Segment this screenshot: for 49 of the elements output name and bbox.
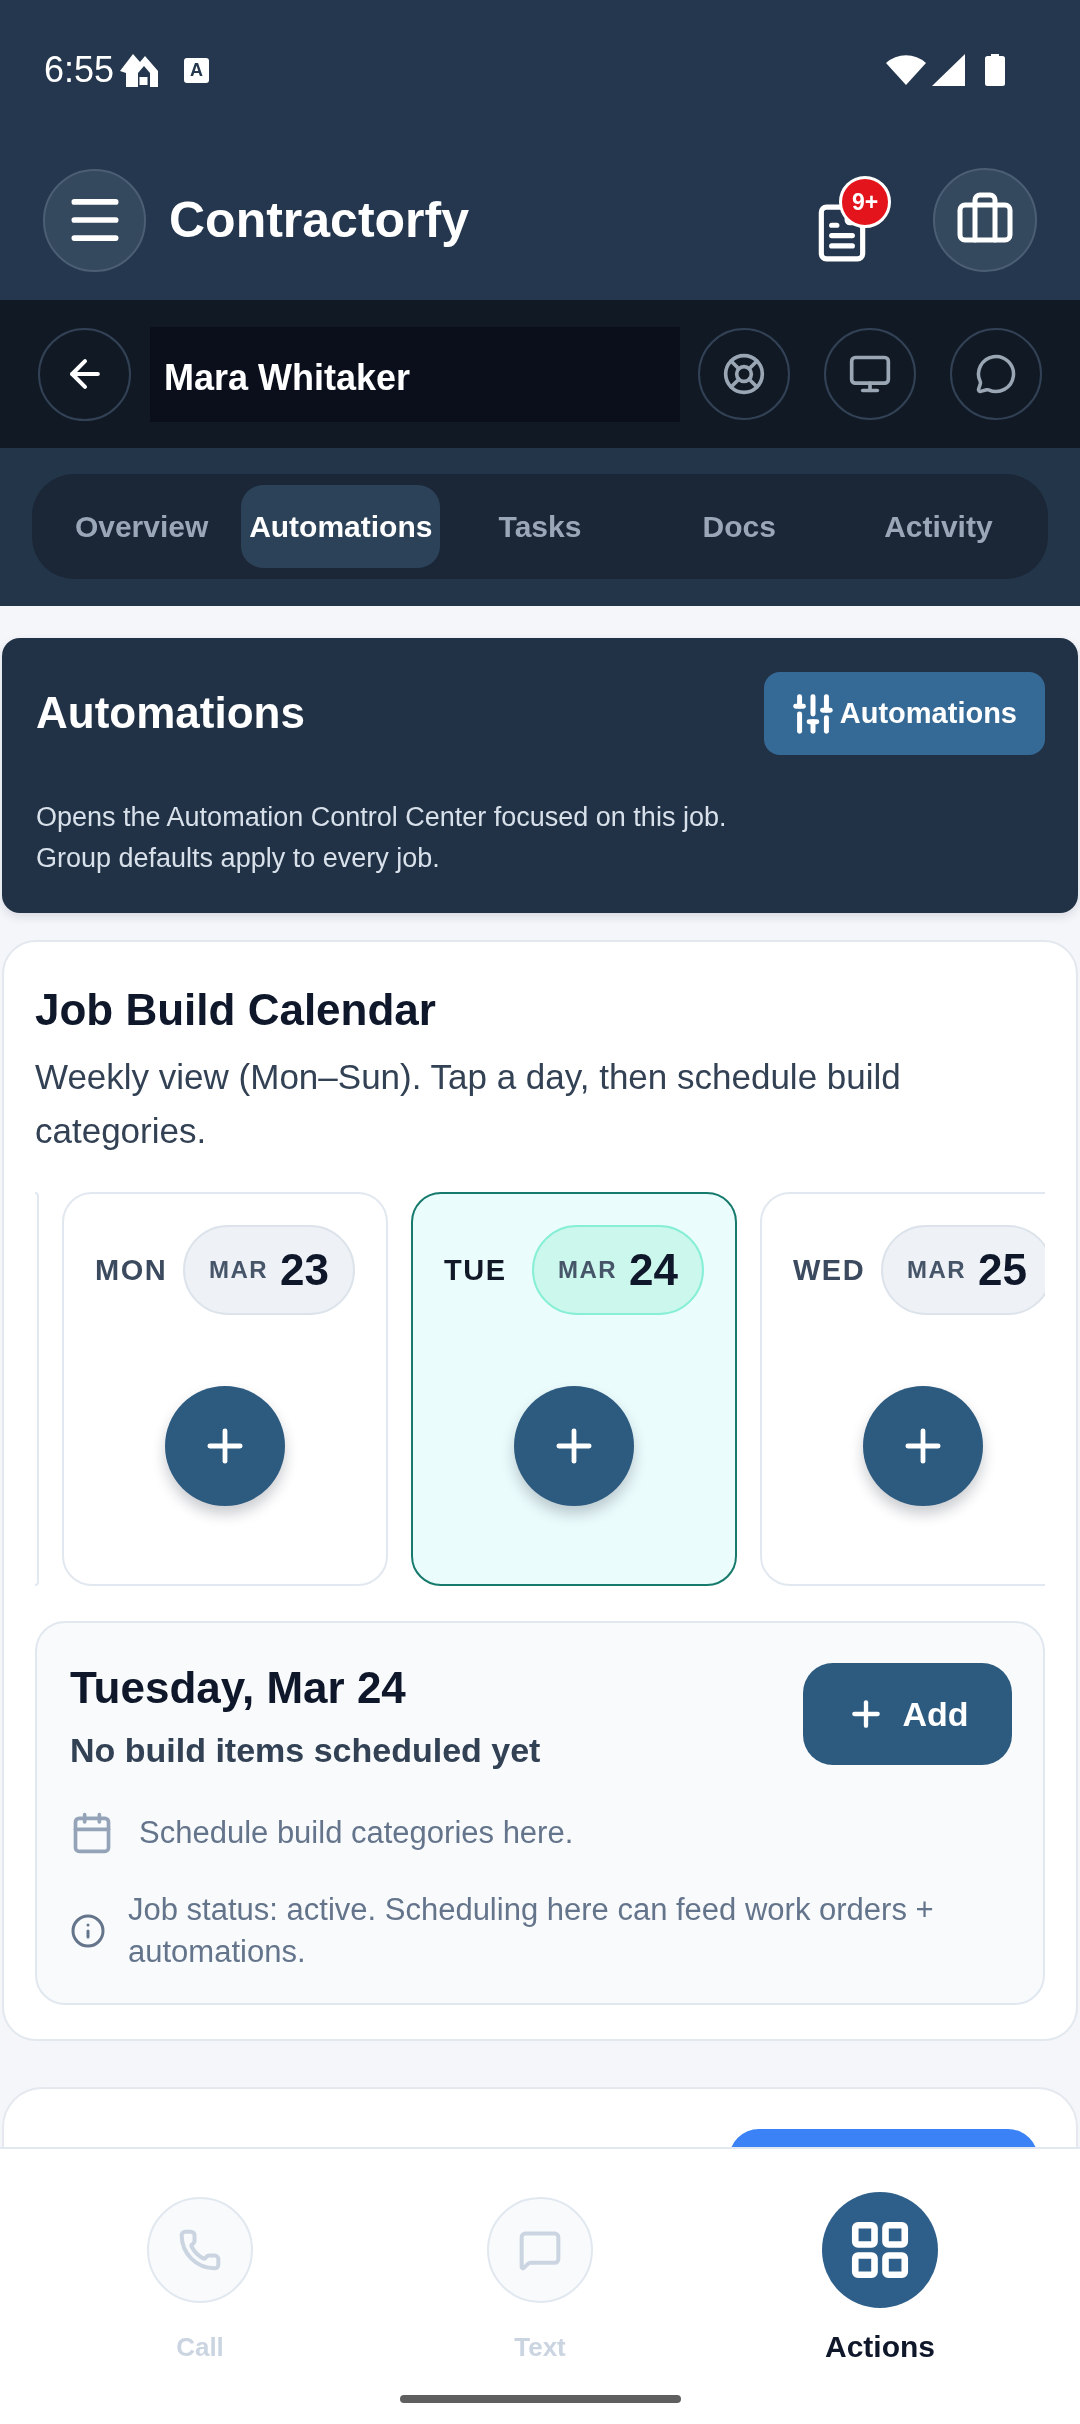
empty-state-text: No build items scheduled yet <box>70 1730 541 1771</box>
wifi-icon <box>886 55 926 85</box>
job-name-field[interactable]: Mara Whitaker <box>150 326 680 422</box>
battery-icon <box>985 54 1005 86</box>
month-label: MAR <box>557 1256 618 1284</box>
tab[interactable]: Docs <box>639 485 839 568</box>
nav-button[interactable]: Actions <box>822 2192 938 2364</box>
day-number: 23 <box>280 1245 329 1295</box>
help-button[interactable] <box>698 328 790 420</box>
tab[interactable]: Activity <box>838 485 1038 568</box>
hint-text: Schedule build categories here. <box>139 1814 574 1852</box>
weekday-label: TUE <box>444 1253 507 1287</box>
tab[interactable]: Overview <box>42 485 242 568</box>
day-title: Tuesday, Mar 24 <box>70 1663 407 1713</box>
chat-bubble-icon <box>975 353 1017 395</box>
card-description: Opens the Automation Control Center focused on this job. <box>36 801 728 834</box>
card-description: Weekly view (Mon–Sun). Tap a day, then schedule build categories. <box>35 1056 902 1152</box>
add-item-button[interactable] <box>165 1386 285 1506</box>
weekday-label: WED <box>793 1253 866 1287</box>
add-button[interactable]: Add <box>803 1663 1012 1765</box>
documents-button[interactable]: 9+ <box>811 176 891 264</box>
tab[interactable]: Tasks <box>440 485 640 568</box>
signal-icon <box>932 54 965 86</box>
weekday-label: MON <box>95 1253 168 1287</box>
lifebuoy-icon <box>722 352 766 396</box>
day-number: 24 <box>629 1245 678 1295</box>
card-title: Automations <box>36 689 305 738</box>
day-card[interactable]: TUE MAR 24 <box>411 1192 737 1586</box>
hint-text: Job status: active. Scheduling here can feed work orders + automations. <box>128 1891 935 1971</box>
app-title: Contractorfy <box>169 192 470 248</box>
card-title: Job Build Calendar <box>35 984 437 1036</box>
day-number: 25 <box>978 1245 1027 1295</box>
automations-button[interactable]: Automations <box>763 672 1045 755</box>
letter-icon: A <box>184 57 210 83</box>
add-item-button[interactable] <box>863 1386 983 1506</box>
house-icon <box>120 53 159 87</box>
card-description: Group defaults apply to every job. <box>36 842 441 875</box>
status-time: 6:55 <box>44 52 115 88</box>
back-button[interactable] <box>38 327 131 421</box>
monitor-button[interactable] <box>824 328 916 420</box>
chat-button[interactable] <box>950 328 1042 420</box>
day-card[interactable]: WED MAR 25 <box>760 1192 1045 1586</box>
month-label: MAR <box>906 1256 967 1284</box>
month-label: MAR <box>208 1256 269 1284</box>
add-item-button[interactable] <box>514 1386 634 1506</box>
info-icon <box>70 1913 106 1949</box>
day-card[interactable]: MON MAR 23 <box>62 1192 388 1586</box>
notification-badge: 9+ <box>839 176 891 228</box>
tab[interactable]: Automations <box>241 485 441 568</box>
